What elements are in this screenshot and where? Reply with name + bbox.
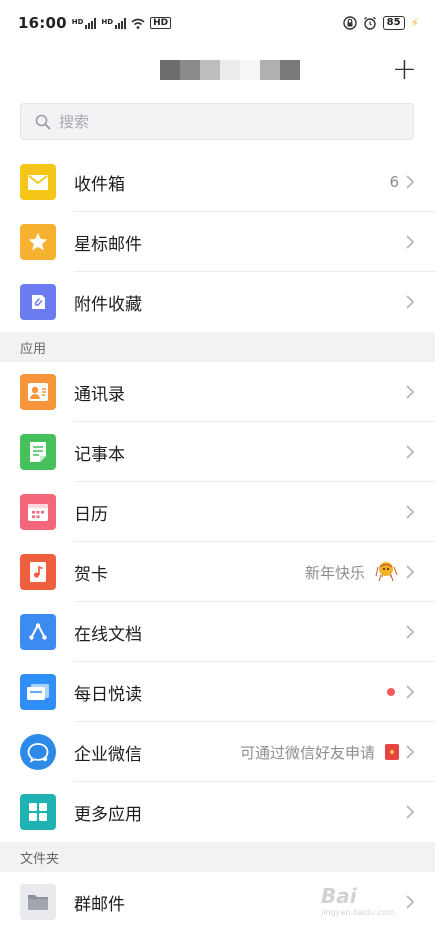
list-item-label: 企业微信 xyxy=(74,744,142,765)
chevron-right-icon xyxy=(406,295,415,309)
wifi-icon xyxy=(131,18,145,29)
star-icon xyxy=(20,224,56,260)
chevron-right-icon xyxy=(406,175,415,189)
list-item-label: 日历 xyxy=(74,504,108,525)
section-header-folders: 文件夹 xyxy=(0,842,435,872)
list-item-label: 贺卡 xyxy=(74,564,108,585)
more-apps-icon xyxy=(20,794,56,830)
mailbox-list: 收件箱 6 星标邮件 附件收藏 xyxy=(0,152,435,332)
list-item-inbox[interactable]: 收件箱 6 xyxy=(0,152,435,212)
list-item-label: 星标邮件 xyxy=(74,234,142,255)
list-item-label: 在线文档 xyxy=(74,624,142,645)
wecom-icon xyxy=(20,734,56,770)
add-button[interactable]: + xyxy=(392,52,417,88)
cell-signal-2-icon: HD xyxy=(101,17,127,29)
list-item-label: 附件收藏 xyxy=(74,294,142,315)
list-item-label: 每日悦读 xyxy=(74,684,142,705)
chevron-right-icon xyxy=(406,685,415,699)
list-item-more-apps[interactable]: 更多应用 xyxy=(0,782,435,842)
lock-rotation-icon xyxy=(342,16,357,30)
alarm-icon xyxy=(363,16,376,30)
unread-count: 6 xyxy=(389,173,399,191)
status-bar: 16:00 HD HD HD 85 ⚡ xyxy=(0,0,435,46)
list-item-label: 收件箱 xyxy=(74,174,125,195)
unread-dot-icon xyxy=(387,688,395,696)
section-header-apps: 应用 xyxy=(0,332,435,362)
greeting-card-caption: 新年快乐 xyxy=(304,563,365,582)
attachment-icon xyxy=(20,284,56,320)
new-year-ornament-icon xyxy=(375,562,398,582)
wecom-caption: 可通过微信好友申请 xyxy=(239,743,375,762)
list-item-greeting-card[interactable]: 贺卡 新年快乐 xyxy=(0,542,435,602)
chevron-right-icon xyxy=(406,805,415,819)
chevron-right-icon xyxy=(406,445,415,459)
list-item-starred[interactable]: 星标邮件 xyxy=(0,212,435,272)
chevron-right-icon xyxy=(406,505,415,519)
contacts-icon xyxy=(20,374,56,410)
apps-list: 通讯录 记事本 日历 贺卡 新年快乐 在线文档 每日悦读 企业微信 可通过微信好… xyxy=(0,362,435,842)
list-item-label: 记事本 xyxy=(74,444,125,465)
list-item-contacts[interactable]: 通讯录 xyxy=(0,362,435,422)
cell-signal-icon: HD xyxy=(72,17,97,29)
chevron-right-icon xyxy=(406,385,415,399)
search-placeholder: 搜索 xyxy=(59,113,90,131)
calendar-icon xyxy=(20,494,56,530)
status-time: 16:00 xyxy=(18,14,67,32)
list-item-daily-reading[interactable]: 每日悦读 xyxy=(0,662,435,722)
list-item-label: 通讯录 xyxy=(74,384,125,405)
search-icon xyxy=(35,114,51,129)
search-input[interactable]: 搜索 xyxy=(20,103,414,140)
list-item-attachments[interactable]: 附件收藏 xyxy=(0,272,435,332)
online-docs-icon xyxy=(20,614,56,650)
greeting-card-icon xyxy=(20,554,56,590)
chevron-right-icon xyxy=(406,565,415,579)
inbox-icon xyxy=(20,164,56,200)
hd-icon: HD xyxy=(150,17,172,29)
red-envelope-icon xyxy=(385,744,399,760)
list-item-online-docs[interactable]: 在线文档 xyxy=(0,602,435,662)
list-item-notepad[interactable]: 记事本 xyxy=(0,422,435,482)
watermark-logo: Bai jingyan.baidu.com xyxy=(321,884,395,917)
account-name-redacted xyxy=(160,60,300,80)
title-bar: + xyxy=(0,46,435,94)
list-item-wecom[interactable]: 企业微信 可通过微信好友申请 xyxy=(0,722,435,782)
charging-icon: ⚡ xyxy=(410,16,419,30)
folder-icon xyxy=(20,884,56,920)
list-item-calendar[interactable]: 日历 xyxy=(0,482,435,542)
notepad-icon xyxy=(20,434,56,470)
chevron-right-icon xyxy=(406,625,415,639)
list-item-label: 更多应用 xyxy=(74,804,142,825)
chevron-right-icon xyxy=(406,235,415,249)
battery-indicator: 85 xyxy=(382,16,405,30)
chevron-right-icon xyxy=(406,745,415,759)
daily-reading-icon xyxy=(20,674,56,710)
